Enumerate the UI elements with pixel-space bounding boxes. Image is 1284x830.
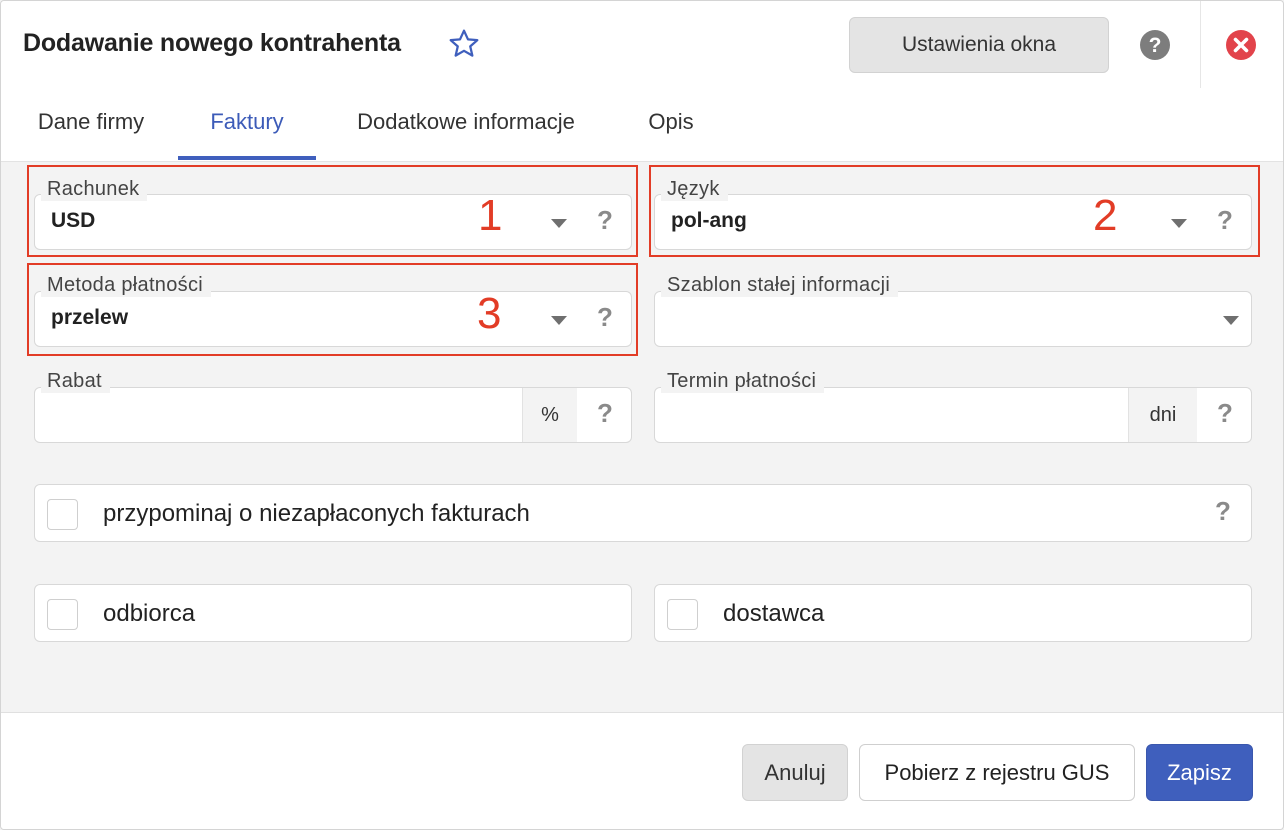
tab-dodatkowe-informacje[interactable]: Dodatkowe informacje xyxy=(331,88,601,162)
tab-dane-firmy[interactable]: Dane firmy xyxy=(19,88,163,162)
dostawca-label: dostawca xyxy=(723,600,825,627)
percent-addon: % xyxy=(522,388,577,442)
question-icon[interactable]: ? xyxy=(1215,496,1231,527)
szablon-select[interactable] xyxy=(654,291,1252,347)
question-icon[interactable]: ? xyxy=(1217,398,1233,429)
szablon-label: Szablon stałej informacji xyxy=(661,274,899,297)
star-icon[interactable] xyxy=(447,27,481,61)
annotation-number-3: 3 xyxy=(477,289,502,338)
termin-platnosci-label: Termin płatności xyxy=(661,370,825,393)
dialog-header: Dodawanie nowego kontrahenta Ustawienia … xyxy=(1,1,1283,88)
rabat-label: Rabat xyxy=(41,370,110,393)
remind-unpaid-label: przypominaj o niezapłaconych fakturach xyxy=(103,500,530,527)
tab-bar: Dane firmy Faktury Dodatkowe informacje … xyxy=(1,88,1283,162)
annotation-box-3 xyxy=(27,263,638,356)
remind-unpaid-row[interactable]: przypominaj o niezapłaconych fakturach ? xyxy=(34,484,1252,542)
window-settings-button[interactable]: Ustawienia okna xyxy=(849,17,1109,73)
question-icon[interactable]: ? xyxy=(597,398,613,429)
dialog-title: Dodawanie nowego kontrahenta xyxy=(23,29,401,57)
save-button[interactable]: Zapisz xyxy=(1146,744,1253,801)
cancel-button[interactable]: Anuluj xyxy=(742,744,848,801)
annotation-number-1: 1 xyxy=(478,191,503,240)
rabat-input[interactable]: % ? xyxy=(34,387,632,443)
tab-opis[interactable]: Opis xyxy=(631,88,711,162)
odbiorca-label: odbiorca xyxy=(103,600,196,627)
annotation-box-2 xyxy=(649,165,1260,257)
dialog-footer: Anuluj Pobierz z rejestru GUS Zapisz xyxy=(1,712,1283,829)
caret-down-icon[interactable] xyxy=(1223,316,1239,325)
close-icon[interactable] xyxy=(1225,29,1257,61)
remind-unpaid-checkbox[interactable] xyxy=(47,499,78,530)
annotation-box-1 xyxy=(27,165,638,257)
dialog: Dodawanie nowego kontrahenta Ustawienia … xyxy=(0,0,1284,830)
fetch-gus-button[interactable]: Pobierz z rejestru GUS xyxy=(859,744,1135,801)
days-addon: dni xyxy=(1128,388,1197,442)
odbiorca-row[interactable]: odbiorca xyxy=(34,584,632,642)
header-divider xyxy=(1200,1,1201,88)
annotation-number-2: 2 xyxy=(1093,191,1118,240)
termin-platnosci-input[interactable]: dni ? xyxy=(654,387,1252,443)
help-circle-icon[interactable]: ? xyxy=(1139,29,1171,61)
tab-faktury[interactable]: Faktury xyxy=(178,88,316,162)
dostawca-checkbox[interactable] xyxy=(667,599,698,630)
dostawca-row[interactable]: dostawca xyxy=(654,584,1252,642)
odbiorca-checkbox[interactable] xyxy=(47,599,78,630)
active-tab-indicator xyxy=(178,156,316,160)
svg-text:?: ? xyxy=(1149,34,1162,57)
